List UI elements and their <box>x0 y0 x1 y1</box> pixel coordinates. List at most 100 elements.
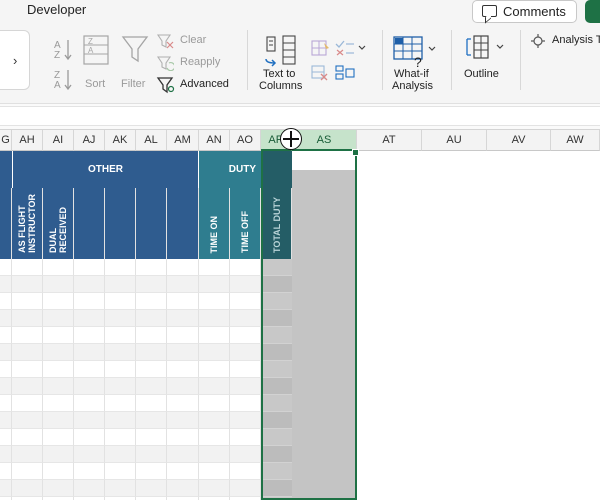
grid-cell[interactable] <box>74 378 105 395</box>
consolidate-icon[interactable] <box>334 64 356 82</box>
grid-cell[interactable] <box>43 395 74 412</box>
ribbon-scroll-left[interactable]: › <box>0 30 30 90</box>
grid-cell[interactable] <box>43 463 74 480</box>
grid-cell[interactable] <box>0 463 12 480</box>
grid-cell[interactable] <box>12 310 43 327</box>
grid-cell[interactable] <box>199 446 230 463</box>
grid-cell[interactable] <box>136 412 167 429</box>
grid-cell[interactable] <box>74 412 105 429</box>
grid-cell[interactable] <box>74 361 105 378</box>
grid-cell[interactable] <box>43 327 74 344</box>
grid-cell[interactable] <box>230 361 261 378</box>
grid-cell[interactable] <box>136 378 167 395</box>
grid-cell[interactable] <box>136 310 167 327</box>
grid-cell[interactable] <box>230 344 261 361</box>
grid-cell[interactable] <box>167 344 199 361</box>
grid-cell[interactable] <box>0 293 12 310</box>
grid-cell[interactable] <box>43 276 74 293</box>
grid-cell[interactable] <box>12 344 43 361</box>
grid-cell[interactable] <box>136 446 167 463</box>
advanced-filter-button[interactable]: Advanced <box>156 77 236 94</box>
grid-cell[interactable] <box>136 429 167 446</box>
column-header-ao[interactable]: AO <box>230 130 261 151</box>
grid-cell[interactable] <box>0 344 12 361</box>
grid-cell[interactable] <box>167 395 199 412</box>
grid-cell[interactable] <box>0 412 12 429</box>
grid-cell[interactable] <box>167 480 199 497</box>
grid-cell[interactable] <box>74 276 105 293</box>
grid-cell[interactable] <box>74 259 105 276</box>
grid-cell[interactable] <box>136 395 167 412</box>
grid-cell[interactable] <box>74 344 105 361</box>
grid-cell[interactable] <box>199 412 230 429</box>
grid-cell[interactable] <box>43 259 74 276</box>
grid-cell[interactable] <box>199 429 230 446</box>
grid-cell[interactable] <box>43 344 74 361</box>
grid-cell[interactable] <box>105 361 136 378</box>
grid-cell[interactable] <box>199 327 230 344</box>
grid-cell[interactable] <box>105 429 136 446</box>
column-header-au[interactable]: AU <box>422 130 487 151</box>
grid-cell[interactable] <box>199 293 230 310</box>
grid-cell[interactable] <box>136 361 167 378</box>
grid-cell[interactable] <box>12 429 43 446</box>
grid-cell[interactable] <box>230 327 261 344</box>
grid-cell[interactable] <box>0 259 12 276</box>
grid-cell[interactable] <box>105 276 136 293</box>
grid-cell[interactable] <box>167 412 199 429</box>
grid-cell[interactable] <box>12 395 43 412</box>
grid-cell[interactable] <box>167 463 199 480</box>
grid-cell[interactable] <box>12 463 43 480</box>
grid-cell[interactable] <box>199 463 230 480</box>
fill-handle[interactable] <box>352 149 359 156</box>
grid-cell[interactable] <box>43 446 74 463</box>
grid-cell[interactable] <box>0 276 12 293</box>
grid-cell[interactable] <box>105 412 136 429</box>
grid-cell[interactable] <box>136 293 167 310</box>
filter-button[interactable]: Filter <box>118 34 152 96</box>
grid-cell[interactable] <box>43 412 74 429</box>
grid-cell[interactable] <box>105 463 136 480</box>
grid-cell[interactable] <box>12 259 43 276</box>
grid-cell[interactable] <box>230 480 261 497</box>
column-header-ai[interactable]: AI <box>43 130 74 151</box>
grid-cell[interactable] <box>43 378 74 395</box>
grid-cell[interactable] <box>230 378 261 395</box>
grid-cell[interactable] <box>199 378 230 395</box>
grid-cell[interactable] <box>12 412 43 429</box>
comments-button[interactable]: Comments <box>472 0 577 23</box>
column-header-av[interactable]: AV <box>487 130 551 151</box>
clear-filter-button[interactable]: Clear <box>156 33 236 49</box>
grid-cell[interactable] <box>12 361 43 378</box>
column-header-aj[interactable]: AJ <box>74 130 105 151</box>
grid-cell[interactable] <box>167 293 199 310</box>
grid-cell[interactable] <box>74 395 105 412</box>
grid-cell[interactable] <box>136 259 167 276</box>
grid-cell[interactable] <box>0 480 12 497</box>
grid-cell[interactable] <box>12 446 43 463</box>
grid-cell[interactable] <box>105 293 136 310</box>
grid-cell[interactable] <box>105 446 136 463</box>
grid-cell[interactable] <box>43 429 74 446</box>
grid-cell[interactable] <box>136 327 167 344</box>
grid-cell[interactable] <box>105 259 136 276</box>
grid-cell[interactable] <box>12 327 43 344</box>
grid-cell[interactable] <box>199 480 230 497</box>
grid-cell[interactable] <box>74 327 105 344</box>
column-header-ah[interactable]: AH <box>12 130 43 151</box>
grid-cell[interactable] <box>105 480 136 497</box>
grid-cell[interactable] <box>43 293 74 310</box>
share-button[interactable] <box>585 0 600 23</box>
grid-cell[interactable] <box>230 412 261 429</box>
grid-cell[interactable] <box>0 361 12 378</box>
column-header-at[interactable]: AT <box>357 130 422 151</box>
reapply-button[interactable]: Reapply <box>156 55 236 71</box>
grid-cell[interactable] <box>12 293 43 310</box>
grid-cell[interactable] <box>0 310 12 327</box>
grid-cell[interactable] <box>199 361 230 378</box>
grid-cell[interactable] <box>167 276 199 293</box>
grid-cell[interactable] <box>199 344 230 361</box>
column-header-g[interactable]: G <box>0 130 12 151</box>
column-header-aw[interactable]: AW <box>551 130 600 151</box>
grid-cell[interactable] <box>136 480 167 497</box>
